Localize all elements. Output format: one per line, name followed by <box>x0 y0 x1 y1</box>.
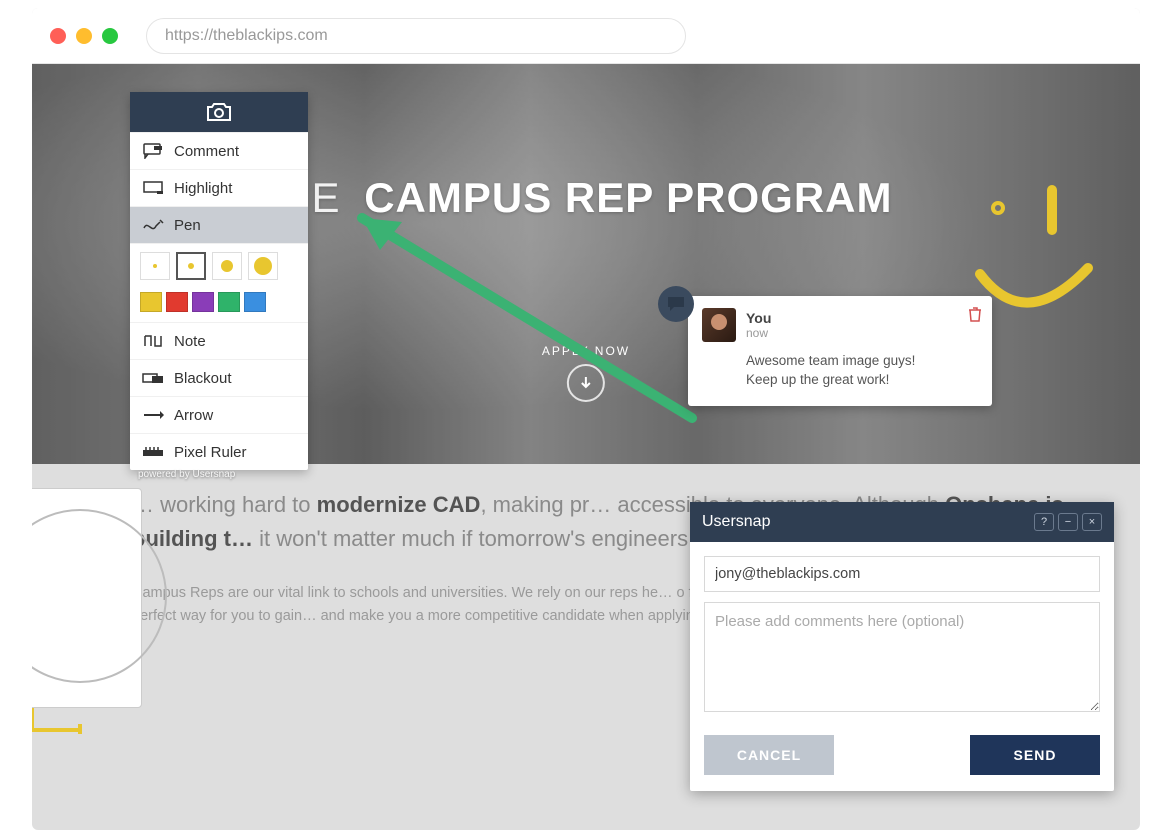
pen-icon <box>142 216 164 234</box>
hero-title-main: CAMPUS REP PROGRAM <box>364 174 892 221</box>
dialog-titlebar[interactable]: Usersnap ? − × <box>690 502 1114 542</box>
tool-label: Pixel Ruler <box>174 444 247 461</box>
comment-timestamp: now <box>746 326 771 340</box>
window-traffic-lights <box>50 28 118 44</box>
apply-now-label: APPLY NOW <box>542 344 630 358</box>
close-window-button[interactable] <box>50 28 66 44</box>
color-swatch-red[interactable] <box>166 292 188 312</box>
email-field[interactable] <box>704 556 1100 592</box>
pen-size-lg[interactable] <box>248 252 278 280</box>
browser-chrome: https://theblackips.com <box>32 8 1140 64</box>
tool-label: Arrow <box>174 407 213 424</box>
comment-body: Awesome team image guys! Keep up the gre… <box>746 352 978 390</box>
send-button[interactable]: SEND <box>970 735 1100 775</box>
tool-label: Note <box>174 333 206 350</box>
download-icon <box>567 364 605 402</box>
pen-color-picker <box>130 288 308 322</box>
dialog-minimize-button[interactable]: − <box>1058 513 1078 531</box>
comment-icon <box>142 142 164 160</box>
toolbar-header <box>130 92 308 132</box>
comments-field[interactable] <box>704 602 1100 712</box>
comment-author: You <box>746 310 771 326</box>
comment-pin[interactable] <box>658 286 694 322</box>
tool-pen[interactable]: Pen <box>130 206 308 243</box>
tool-label: Comment <box>174 143 239 160</box>
delete-comment-button[interactable] <box>968 306 982 327</box>
tool-blackout[interactable]: Blackout <box>130 359 308 396</box>
comment-popover: You now Awesome team image guys! Keep up… <box>688 296 992 406</box>
minimize-window-button[interactable] <box>76 28 92 44</box>
blackout-icon <box>142 369 164 387</box>
tool-note[interactable]: Note <box>130 322 308 359</box>
powered-by-label: powered by Usersnap <box>130 465 243 490</box>
tool-highlight[interactable]: Highlight <box>130 169 308 206</box>
tool-label: Blackout <box>174 370 232 387</box>
annotation-toolbar: Comment Highlight Pen Note <box>130 92 308 470</box>
speech-bubble-icon <box>667 296 685 312</box>
pen-size-md[interactable] <box>212 252 242 280</box>
zoom-window-button[interactable] <box>102 28 118 44</box>
ruler-icon <box>142 443 164 461</box>
tool-label: Pen <box>174 217 201 234</box>
camera-icon <box>205 101 233 123</box>
tool-label: Highlight <box>174 180 232 197</box>
color-swatch-blue[interactable] <box>244 292 266 312</box>
pen-size-xs[interactable] <box>140 252 170 280</box>
color-swatch-yellow[interactable] <box>140 292 162 312</box>
cancel-button[interactable]: CANCEL <box>704 735 834 775</box>
dialog-close-button[interactable]: × <box>1082 513 1102 531</box>
apply-now-button[interactable]: APPLY NOW <box>542 344 630 402</box>
highlight-icon <box>142 179 164 197</box>
dialog-title: Usersnap <box>702 513 770 531</box>
partial-offscreen-card <box>32 488 142 708</box>
tool-arrow[interactable]: Arrow <box>130 396 308 433</box>
pen-size-sm[interactable] <box>176 252 206 280</box>
pen-size-picker <box>130 243 308 288</box>
address-bar[interactable]: https://theblackips.com <box>146 18 686 54</box>
ruler-annotation <box>32 704 84 739</box>
browser-window: https://theblackips.com PE CAMPUS REP PR… <box>32 8 1140 830</box>
dialog-help-button[interactable]: ? <box>1034 513 1054 531</box>
note-icon <box>142 332 164 350</box>
color-swatch-green[interactable] <box>218 292 240 312</box>
color-swatch-purple[interactable] <box>192 292 214 312</box>
hero-title: PE CAMPUS REP PROGRAM <box>280 174 893 222</box>
trash-icon <box>968 306 982 322</box>
avatar <box>702 308 736 342</box>
feedback-dialog: Usersnap ? − × CANCEL SEND <box>690 502 1114 791</box>
tool-comment[interactable]: Comment <box>130 132 308 169</box>
address-bar-url: https://theblackips.com <box>165 27 328 45</box>
arrow-icon <box>142 406 164 424</box>
